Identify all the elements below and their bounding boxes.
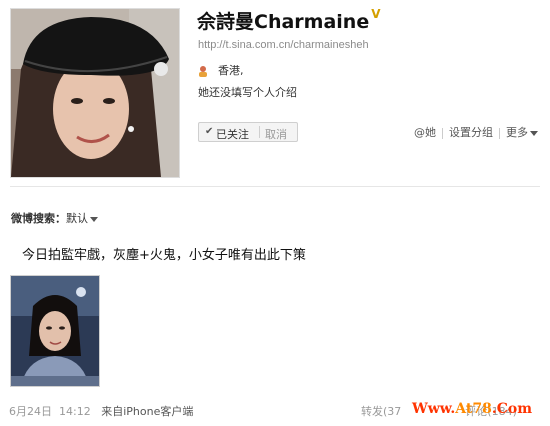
user-avatar-icon: [197, 62, 209, 77]
weibo-search: 微博搜索：默认: [11, 210, 98, 226]
link-divider: [499, 127, 500, 139]
weibo-search-label: 微博搜索：: [11, 212, 66, 225]
post-photo-thumbnail[interactable]: [10, 275, 100, 387]
post-date[interactable]: 6月24日: [9, 405, 52, 418]
post-photo-image: [11, 276, 99, 386]
unfollow-button[interactable]: 取消: [265, 126, 287, 142]
post-source[interactable]: 来自iPhone客户端: [101, 405, 193, 418]
post-time[interactable]: 14:12: [59, 405, 91, 418]
followed-label: 已关注: [216, 128, 249, 141]
section-divider: [10, 186, 540, 187]
repost-link[interactable]: 转发(37: [361, 405, 401, 418]
verified-badge-icon: V: [371, 7, 381, 21]
watermark-part1: Www.: [412, 401, 456, 417]
search-filter-dropdown[interactable]: 默认: [66, 212, 88, 225]
watermark-part2: At78: [455, 401, 492, 417]
post-text: 今日拍監牢戲，灰塵+火鬼，小女子唯有出此下策: [22, 248, 306, 263]
profile-name-text: 佘詩曼Charmaine: [197, 11, 370, 33]
mention-her-link[interactable]: @她: [414, 126, 436, 139]
follow-divider: [259, 126, 260, 138]
check-icon: ✔: [205, 126, 214, 137]
chevron-down-icon: [530, 130, 538, 136]
profile-name: 佘詩曼Charmaine V: [197, 7, 381, 34]
link-divider: [442, 127, 443, 139]
profile-location: 香港,: [218, 64, 244, 77]
more-menu-link[interactable]: 更多: [506, 126, 528, 139]
set-group-link[interactable]: 设置分组: [449, 126, 493, 139]
profile-url-link[interactable]: http://t.sina.com.cn/charmainesheh: [198, 39, 369, 51]
profile-bio: 她还没填写个人介绍: [198, 86, 297, 99]
avatar-portrait-image: [11, 9, 179, 177]
profile-avatar[interactable]: [10, 8, 180, 178]
site-watermark: Www.At78.Com: [412, 401, 532, 417]
chevron-down-icon[interactable]: [90, 216, 98, 222]
follow-status-control: ✔ 已关注 取消: [198, 122, 298, 142]
profile-action-links: @她 设置分组 更多: [414, 124, 538, 140]
post-meta: 6月24日 14:12 来自iPhone客户端: [9, 403, 193, 419]
watermark-part3: .Com: [491, 401, 533, 417]
